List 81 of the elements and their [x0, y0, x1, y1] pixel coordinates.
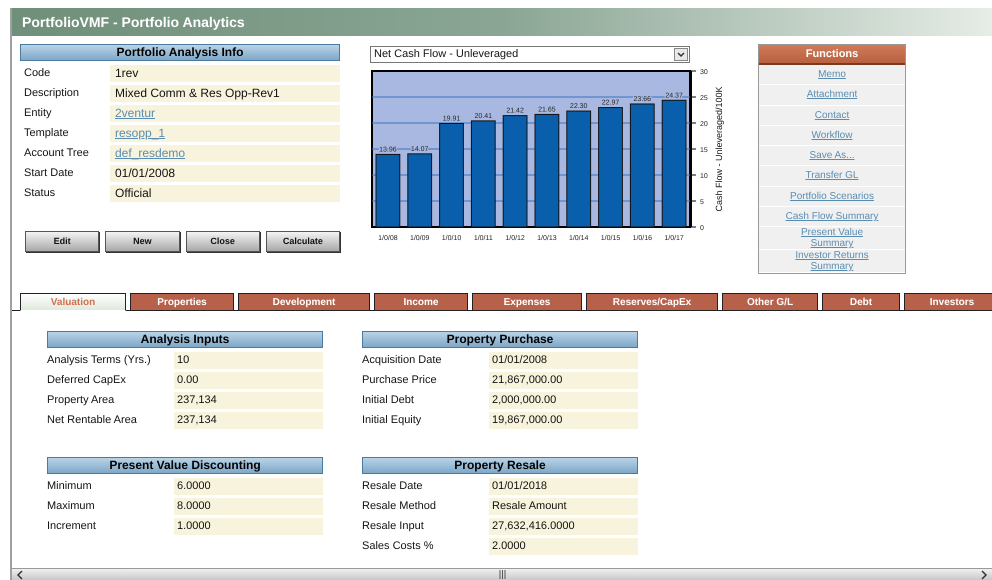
field-label: Increment — [47, 518, 97, 534]
function-link[interactable]: Workflow — [812, 130, 852, 141]
field-value: 10 — [174, 352, 323, 369]
function-link[interactable]: Transfer GL — [806, 170, 858, 182]
field-value: 0.00 — [174, 372, 323, 389]
field-label: Resale Method — [362, 498, 437, 514]
field-label: Account Tree — [23, 146, 90, 161]
section-header: Portfolio Analysis Info — [20, 44, 340, 61]
field-label: Sales Costs % — [362, 538, 435, 554]
field-value: Resale Amount — [489, 498, 638, 514]
function-link[interactable]: Memo — [818, 69, 846, 80]
field-value: 2,000,000.00 — [489, 392, 638, 409]
function-link[interactable]: Contact — [814, 110, 850, 121]
action-button[interactable]: New — [105, 231, 180, 252]
function-link[interactable]: Save As... — [809, 150, 855, 162]
field-label: Net Rentable Area — [47, 413, 138, 428]
function-link[interactable]: Portfolio Scenarios — [790, 190, 874, 202]
tab[interactable]: Reserves/CapEx — [586, 293, 718, 311]
field-value: Official — [110, 185, 340, 202]
field-value: 27,632,416.0000 — [489, 518, 638, 534]
field-value[interactable]: def_resdemo — [110, 145, 340, 162]
chart-select[interactable]: Net Cash Flow - Unleveraged — [370, 46, 690, 63]
field-label: Template — [23, 126, 70, 141]
scroll-left-icon[interactable] — [16, 570, 24, 580]
panel-header: Functions — [759, 45, 905, 65]
tab[interactable]: Expenses — [472, 293, 582, 311]
field-value[interactable]: 2ventur — [110, 105, 340, 122]
field-value: 01/01/2008 — [489, 352, 638, 369]
field-label: Initial Equity — [362, 413, 422, 428]
tab[interactable]: Development — [238, 293, 370, 311]
scroll-grip-icon — [498, 570, 506, 579]
field-label: Code — [23, 66, 52, 81]
function-link[interactable]: Cash Flow Summary — [786, 210, 878, 222]
field-value: 237,134 — [174, 392, 323, 409]
field-label: Resale Input — [362, 518, 425, 534]
field-label: Maximum — [47, 498, 96, 514]
section-header: Property Resale — [362, 456, 638, 474]
y-axis-label: Cash Flow - Unleveraged/100K — [714, 86, 724, 212]
field-label: Status — [23, 186, 56, 201]
field-value: 19,867,000.00 — [489, 412, 638, 429]
field-value: 6.0000 — [174, 478, 323, 494]
field-value: 01/01/2008 — [110, 165, 340, 182]
field-value: Mixed Comm & Res Opp-Rev1 — [110, 85, 340, 102]
field-label: Resale Date — [362, 478, 424, 494]
field-value: 2.0000 — [489, 538, 638, 554]
function-link[interactable]: Present Value Summary — [779, 227, 885, 249]
tab[interactable]: Investors — [904, 293, 992, 311]
tab[interactable]: Other G/L — [722, 293, 818, 311]
field-value: 1rev — [110, 65, 340, 82]
field-label: Description — [23, 86, 80, 101]
field-label: Purchase Price — [362, 373, 438, 388]
field-value: 01/01/2018 — [489, 478, 638, 494]
action-button[interactable]: Close — [186, 231, 260, 252]
tab[interactable]: Valuation — [20, 293, 126, 311]
field-value[interactable]: resopp_1 — [110, 125, 340, 142]
dropdown-icon — [674, 48, 688, 61]
field-label: Deferred CapEx — [47, 373, 127, 388]
horizontal-scrollbar[interactable] — [12, 568, 992, 580]
section-header: Property Purchase — [362, 331, 638, 348]
field-value: 1.0000 — [174, 518, 323, 534]
field-label: Initial Debt — [362, 393, 415, 408]
field-label: Start Date — [23, 166, 75, 181]
field-label: Analysis Terms (Yrs.) — [47, 353, 152, 368]
section-header: Present Value Discounting — [47, 456, 323, 474]
field-label: Entity — [23, 106, 53, 121]
tab[interactable]: Properties — [130, 293, 234, 311]
field-label: Property Area — [47, 393, 116, 408]
action-button[interactable]: Calculate — [266, 231, 340, 252]
function-link[interactable]: Attachment — [806, 89, 858, 100]
field-value: 21,867,000.00 — [489, 372, 638, 389]
field-value: 8.0000 — [174, 498, 323, 514]
field-label: Acquisition Date — [362, 353, 442, 368]
tab[interactable]: Income — [374, 293, 468, 311]
action-button[interactable]: Edit — [25, 231, 100, 252]
field-label: Minimum — [47, 478, 93, 494]
field-value: 237,134 — [174, 412, 323, 429]
section-header: Analysis Inputs — [47, 331, 323, 348]
scroll-right-icon[interactable] — [980, 570, 988, 580]
title-bar: PortfolioVMF - Portfolio Analytics — [12, 8, 992, 36]
tab[interactable]: Debt — [822, 293, 900, 311]
function-link[interactable]: Investor Returns Summary — [779, 250, 885, 272]
